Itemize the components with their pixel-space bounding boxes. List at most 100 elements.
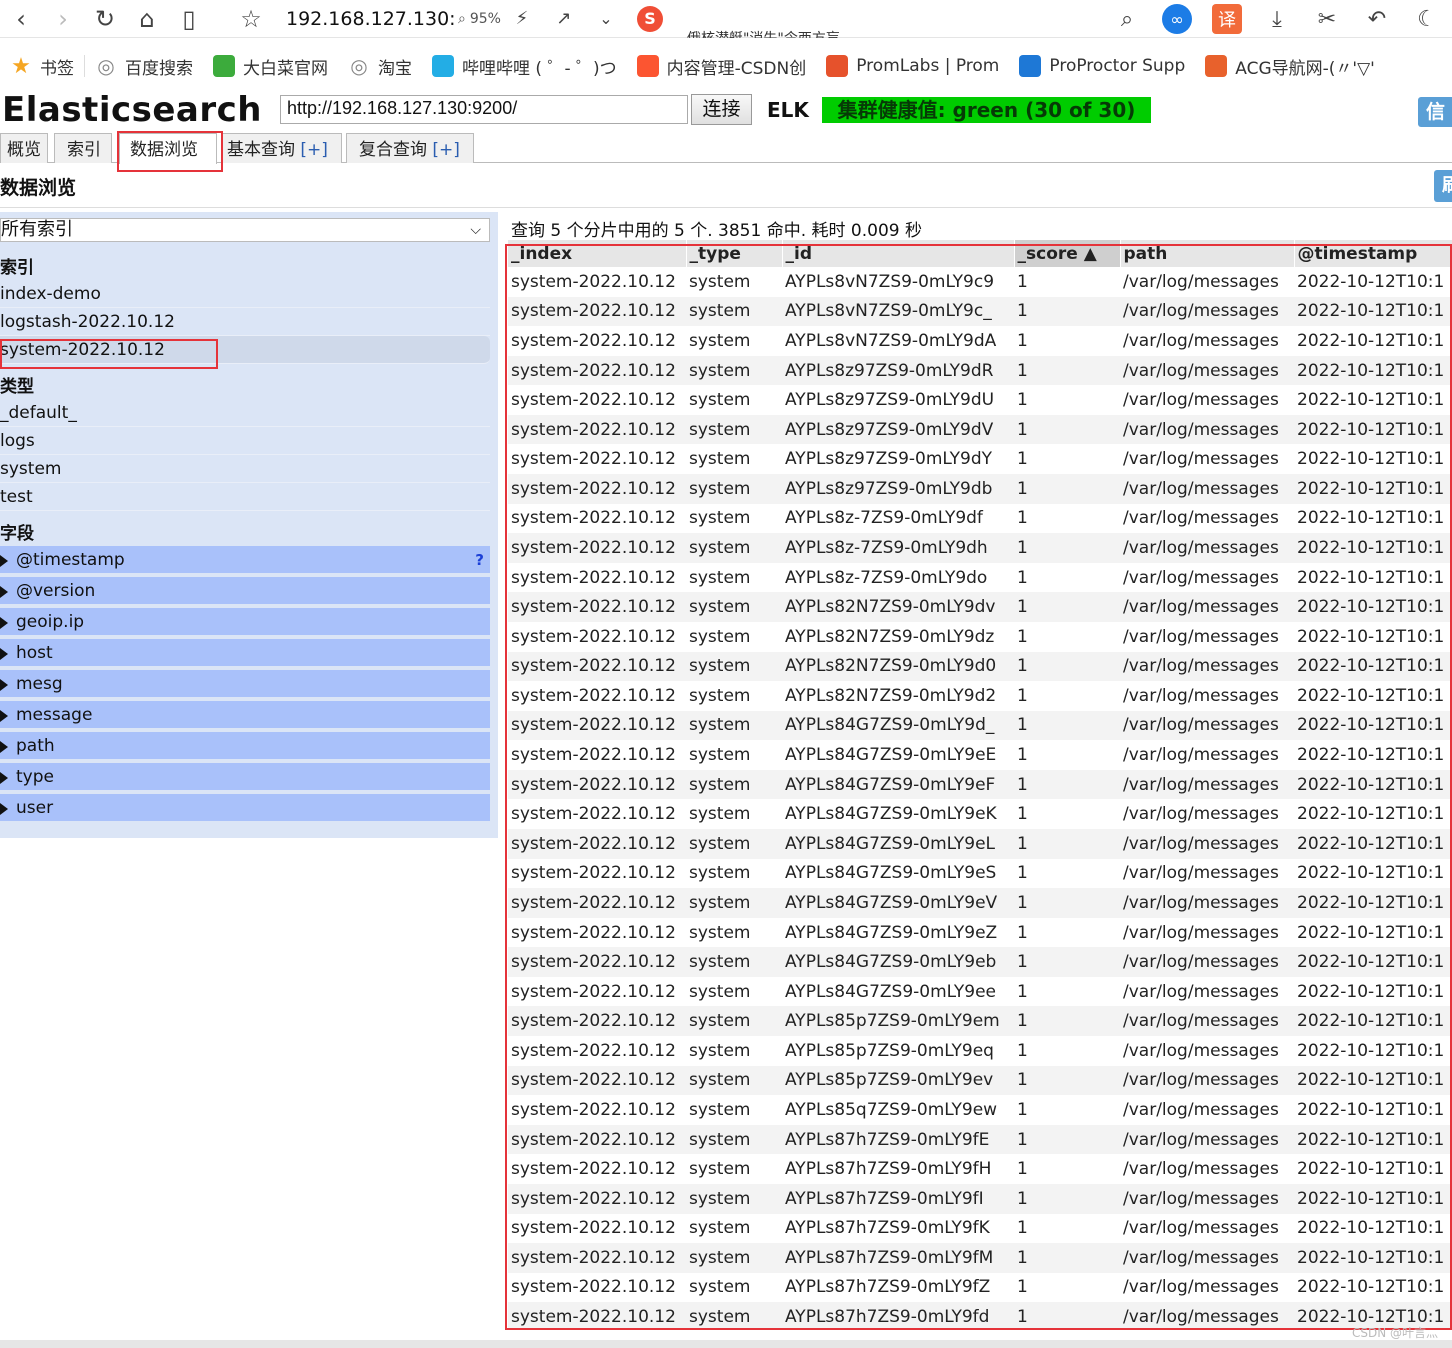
tab-browser[interactable]: 数据浏览 (119, 133, 217, 164)
field-item[interactable]: path (0, 732, 490, 761)
reload-icon[interactable]: ↻ (84, 0, 126, 38)
page-title: 数据浏览 (0, 177, 77, 199)
field-label: user (16, 798, 54, 818)
field-item[interactable]: host (0, 639, 490, 668)
browser-toolbar: ‹ › ↻ ⌂ ▯ ☆ 192.168.127.130:9200 ⌕95% ⚡ … (0, 0, 1452, 38)
type-item[interactable]: _default_ (0, 399, 490, 427)
refresh-button[interactable]: 刷 (1434, 170, 1452, 202)
bookmark-item[interactable]: 哔哩哔哩 ( ゜- ゜)つ (422, 47, 627, 85)
translate-icon[interactable]: 译 (1202, 0, 1252, 38)
index-item[interactable]: index-demo (0, 280, 490, 308)
csdn-icon (636, 55, 659, 77)
expand-triangle-icon[interactable] (0, 741, 8, 753)
field-item[interactable]: mesg (0, 670, 490, 699)
query-summary: 查询 5 个分片中用的 5 个. 3851 命中. 耗时 0.009 秒 (511, 221, 923, 241)
bookmark-item[interactable]: PromLabs | Prom (816, 47, 1009, 85)
lightning-icon[interactable]: ⚡ (501, 0, 543, 38)
expand-triangle-icon[interactable] (0, 710, 8, 722)
field-label: geoip.ip (16, 612, 85, 632)
field-label: type (16, 767, 54, 787)
zoom-value: 95% (469, 10, 501, 27)
back-icon[interactable]: ‹ (0, 0, 42, 38)
bookmark-label: 大白菜官网 (243, 58, 328, 79)
index-item-selected[interactable]: system-2022.10.12 (0, 336, 490, 364)
news-ticker[interactable]: 俄核潜艇"消失"令西方盲 (687, 0, 927, 38)
globe-icon: ◎ (350, 54, 368, 78)
bookmark-label: 百度搜索 (125, 58, 193, 79)
add-tab-icon[interactable]: [+] (300, 140, 328, 160)
bookmark-item[interactable]: ◎ 淘宝 (338, 47, 422, 85)
field-item[interactable]: @timestamp? (0, 546, 490, 575)
globe-icon: ◎ (97, 54, 115, 78)
tab-indices[interactable]: 索引 (54, 133, 112, 163)
bookmark-label: 哔哩哔哩 ( ゜- ゜)つ (462, 58, 617, 79)
results-highlight-box (505, 244, 1452, 1330)
index-item[interactable]: logstash-2022.10.12 (0, 308, 490, 336)
address-bar[interactable]: 192.168.127.130:9200 (286, 8, 454, 30)
field-item[interactable]: geoip.ip (0, 608, 490, 637)
toolbar-right: ⌕ ∞ 译 ⤓ ✂ ↶ ☾ (1102, 0, 1452, 38)
bookmark-item[interactable]: 内容管理-CSDN创 (627, 47, 817, 85)
cluster-url-input[interactable]: http://192.168.127.130:9200/ (280, 95, 688, 124)
tab-overview[interactable]: 概览 (0, 133, 48, 163)
field-item[interactable]: type (0, 763, 490, 792)
expand-triangle-icon[interactable] (0, 648, 8, 660)
connect-button[interactable]: 连接 (691, 94, 752, 125)
home-icon[interactable]: ⌂ (126, 0, 168, 38)
browser-sidebar: 所有索引 ⌵ 索引 index-demo logstash-2022.10.12… (0, 212, 498, 838)
share-icon[interactable]: ↗ (543, 0, 585, 38)
horizontal-scrollbar[interactable] (0, 1340, 1452, 1348)
bookmark-label: 淘宝 (378, 58, 412, 79)
field-label: @timestamp (16, 550, 125, 570)
tab-label: 索引 (67, 140, 101, 160)
bookmark-label: PromLabs | Prom (856, 56, 1000, 76)
type-item[interactable]: logs (0, 427, 490, 455)
expand-triangle-icon[interactable] (0, 772, 8, 784)
night-mode-icon[interactable]: ☾ (1402, 0, 1452, 38)
bookmark-item[interactable]: ◎ 百度搜索 (85, 47, 203, 85)
type-item[interactable]: system (0, 455, 490, 483)
bookmarks-bar: ★ 书签 ◎ 百度搜索 大白菜官网 ◎ 淘宝 哔哩哔哩 ( ゜- ゜)つ 内容管理-CSDN创 P… (0, 47, 1452, 85)
reader-icon[interactable]: ▯ (168, 0, 210, 38)
bookmark-item[interactable]: ProProctor Supp (1009, 47, 1195, 85)
cluster-name: ELK (767, 98, 809, 122)
chevron-down-icon[interactable]: ⌄ (585, 0, 627, 38)
bookmark-item[interactable]: 大白菜官网 (203, 47, 338, 85)
undo-icon[interactable]: ↶ (1352, 0, 1402, 38)
tab-compound-query[interactable]: 复合查询 [+] (346, 133, 474, 163)
field-item[interactable]: user (0, 794, 490, 823)
expand-triangle-icon[interactable] (0, 679, 8, 691)
expand-triangle-icon[interactable] (0, 555, 8, 567)
expand-triangle-icon[interactable] (0, 803, 8, 815)
help-icon[interactable]: ? (475, 546, 484, 575)
sogou-search-icon[interactable]: S (636, 5, 663, 32)
download-icon[interactable]: ⤓ (1252, 0, 1302, 38)
type-item[interactable]: test (0, 483, 490, 511)
forward-icon[interactable]: › (42, 0, 84, 38)
favorite-star-icon[interactable]: ☆ (230, 0, 272, 38)
acg-icon (1205, 55, 1228, 77)
search-icon[interactable]: ⌕ (1102, 0, 1152, 38)
extension-infinity-icon[interactable]: ∞ (1152, 0, 1202, 38)
sub-header: 数据浏览 刷 (0, 163, 1452, 208)
field-item[interactable]: message (0, 701, 490, 730)
bookmark-label: ProProctor Supp (1049, 56, 1186, 76)
star-icon: ★ (11, 53, 31, 79)
info-button[interactable]: 信 (1418, 97, 1452, 127)
tab-basic-query[interactable]: 基本查询 [+] (222, 133, 342, 163)
scissors-icon[interactable]: ✂ (1302, 0, 1352, 38)
field-label: @version (16, 581, 96, 601)
bookmark-item[interactable]: ★ 书签 (0, 47, 84, 85)
main-tabs: 概览 索引 数据浏览 基本查询 [+] 复合查询 [+] (0, 133, 1452, 164)
index-select[interactable]: 所有索引 ⌵ (0, 218, 490, 242)
field-label: mesg (16, 674, 63, 694)
expand-triangle-icon[interactable] (0, 617, 8, 629)
field-item[interactable]: @version (0, 577, 490, 606)
zoom-indicator[interactable]: ⌕ 95% (458, 11, 501, 27)
bookmark-label: 书签 (40, 58, 74, 79)
es-header: Elasticsearch http://192.168.127.130:920… (0, 90, 1452, 130)
zoom-icon: ⌕ (458, 10, 466, 27)
bookmark-item[interactable]: ACG导航网-(〃'▽' (1195, 47, 1385, 85)
add-tab-icon[interactable]: [+] (432, 140, 460, 160)
expand-triangle-icon[interactable] (0, 586, 8, 598)
